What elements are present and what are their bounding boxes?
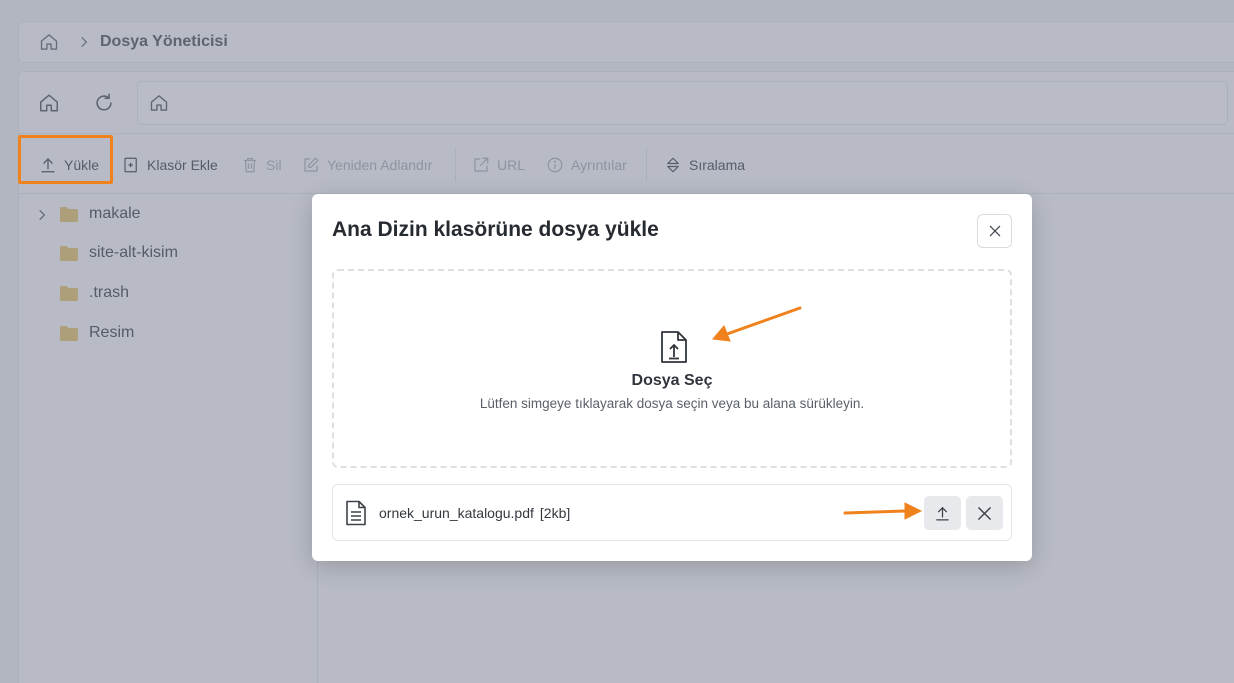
file-name-text: ornek_urun_katalogu.pdf [2kb] (379, 505, 570, 521)
file-upload-icon[interactable] (659, 330, 689, 364)
dropzone-hint: Lütfen simgeye tıklayarak dosya seçin ve… (479, 396, 865, 411)
close-icon (989, 225, 1000, 237)
dropzone-title[interactable]: Dosya Seç (334, 372, 1010, 390)
file-size: [2kb] (539, 505, 571, 521)
file-name: ornek_urun_katalogu.pdf (379, 505, 534, 521)
dialog-title: Ana Dizin klasörüne dosya yükle (332, 218, 659, 241)
close-icon (978, 506, 991, 520)
document-icon (346, 500, 366, 526)
file-upload-button[interactable] (924, 496, 961, 530)
upload-highlight-annotation (18, 135, 113, 184)
upload-icon (936, 506, 949, 521)
file-dropzone[interactable]: Dosya Seç Lütfen simgeye tıklayarak dosy… (332, 269, 1012, 468)
file-remove-button[interactable] (966, 496, 1003, 530)
selected-file-row: ornek_urun_katalogu.pdf [2kb] (332, 484, 1012, 541)
upload-dialog: Ana Dizin klasörüne dosya yükle Dosya Se… (312, 194, 1032, 561)
dialog-close-button[interactable] (977, 214, 1012, 248)
